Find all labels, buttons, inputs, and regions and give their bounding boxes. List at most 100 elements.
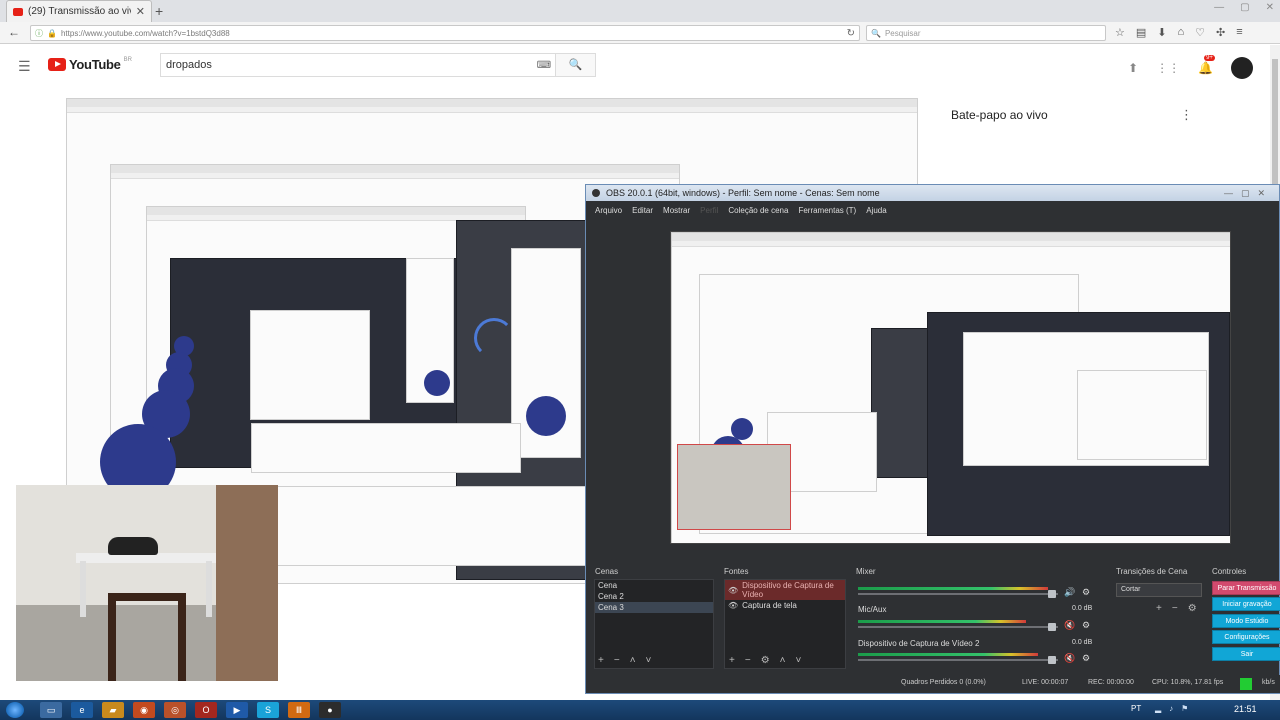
new-tab-icon[interactable]: + (155, 3, 163, 19)
obs-preview[interactable] (670, 231, 1231, 544)
muted-speaker-icon[interactable]: 🔇 (1064, 653, 1075, 664)
source-item[interactable]: 👁 Captura de tela (725, 600, 845, 611)
volume-fader[interactable] (858, 626, 1058, 628)
muted-speaker-icon[interactable]: 🔇 (1064, 620, 1075, 631)
door (216, 485, 278, 681)
obs-window-buttons[interactable]: —▢✕ (1224, 188, 1273, 199)
add-icon[interactable]: + (1156, 603, 1162, 614)
hamburger-menu-icon[interactable]: ☰ (18, 58, 31, 75)
speaker-icon[interactable]: 🔊 (1064, 587, 1075, 598)
move-up-icon[interactable]: ˄ (630, 655, 636, 666)
mixer-channel-db: 0.0 dB (1072, 639, 1093, 646)
home-icon[interactable]: ⌂ (1178, 26, 1185, 39)
url-text[interactable]: https://www.youtube.com/watch?v=1bstdQ3d… (61, 29, 843, 38)
remove-icon[interactable]: − (614, 655, 620, 666)
bell-icon[interactable]: 🔔 9+ (1198, 55, 1215, 75)
chrome-icon[interactable]: ◉ (133, 702, 155, 718)
studio-mode-button[interactable]: Modo Estúdio (1212, 614, 1280, 628)
menu-ferramentas[interactable]: Ferramentas (T) (798, 206, 856, 215)
stop-streaming-button[interactable]: Parar Transmissão (1212, 581, 1280, 595)
firefox-icon[interactable]: ◎ (164, 702, 186, 718)
fader-knob[interactable] (1048, 590, 1056, 598)
internet-explorer-icon[interactable]: e (71, 702, 93, 718)
browser-tab[interactable]: (29) Transmissão ao vivo de ✕ (6, 0, 152, 22)
move-up-icon[interactable]: ˄ (780, 655, 786, 666)
start-recording-button[interactable]: Iniciar gravação (1212, 597, 1280, 611)
menu-arquivo[interactable]: Arquivo (595, 206, 622, 215)
gear-icon[interactable]: ⚙ (1188, 603, 1197, 614)
volume-icon[interactable]: ♪ (1169, 704, 1173, 713)
winrar-icon[interactable]: Ⅲ (288, 702, 310, 718)
stream-health-indicator (1240, 678, 1252, 690)
avatar[interactable] (1231, 57, 1254, 79)
download-icon[interactable]: ⬇ (1157, 26, 1166, 39)
volume-fader[interactable] (858, 659, 1058, 661)
search-icon[interactable]: 🔍 (555, 54, 595, 76)
close-tab-icon[interactable]: ✕ (136, 5, 145, 18)
gear-icon[interactable]: ⚙ (761, 655, 770, 666)
pocket-icon[interactable]: ♡ (1195, 26, 1205, 39)
gear-icon[interactable]: ⚙ (1082, 653, 1090, 664)
youtube-logo[interactable]: YouTube BR (48, 57, 132, 72)
info-icon[interactable]: ⓘ (35, 28, 43, 39)
chat-more-icon[interactable]: ⋮ (1180, 107, 1193, 123)
webcam-source-selected[interactable] (677, 444, 791, 530)
reload-icon[interactable]: ↻ (847, 28, 855, 39)
eye-icon[interactable]: 👁 (728, 601, 738, 610)
address-bar[interactable]: ⓘ 🔒 https://www.youtube.com/watch?v=1bst… (30, 25, 860, 41)
volume-fader[interactable] (858, 593, 1058, 595)
extension-icon[interactable]: ✣ (1216, 26, 1225, 39)
folder-icon[interactable]: ▰ (102, 702, 124, 718)
settings-button[interactable]: Configurações (1212, 630, 1280, 644)
scene-item[interactable]: Cena 3 (595, 602, 713, 613)
minimize-icon[interactable]: — (1214, 2, 1224, 13)
opera-icon[interactable]: O (195, 702, 217, 718)
add-icon[interactable]: + (729, 655, 735, 666)
menu-colecao-de-cena[interactable]: Coleção de cena (728, 206, 788, 215)
menu-icon[interactable]: ≡ (1236, 26, 1242, 39)
maximize-icon[interactable]: ▢ (1240, 2, 1249, 13)
source-item[interactable]: 👁 Dispositivo de Captura de Vídeo (725, 580, 845, 600)
menu-mostrar[interactable]: Mostrar (663, 206, 690, 215)
back-arrow-icon[interactable]: ← (8, 25, 20, 39)
clock[interactable]: 21:51 (1234, 704, 1257, 714)
move-down-icon[interactable]: ˅ (646, 655, 652, 666)
scene-item[interactable]: Cena (595, 580, 713, 591)
language-indicator[interactable]: PT (1131, 704, 1141, 713)
fader-knob[interactable] (1048, 656, 1056, 664)
scenes-label: Cenas (595, 567, 619, 576)
obs-titlebar[interactable]: OBS 20.0.1 (64bit, windows) - Perfil: Se… (586, 185, 1279, 201)
bookmark-star-icon[interactable]: ☆ (1115, 26, 1125, 39)
skype-icon[interactable]: S (257, 702, 279, 718)
close-window-icon[interactable]: ✕ (1266, 2, 1274, 13)
network-icon[interactable]: ▂ (1155, 704, 1161, 713)
eye-icon[interactable]: 👁 (728, 586, 738, 595)
remove-icon[interactable]: − (1172, 603, 1178, 614)
sources-controls: + − ⚙ ˄ ˅ (729, 655, 801, 666)
menu-perfil[interactable]: Perfil (700, 206, 718, 215)
keyboard-icon[interactable]: ⌨ (533, 60, 555, 71)
gear-icon[interactable]: ⚙ (1082, 620, 1090, 631)
apps-grid-icon[interactable]: ⋮⋮ (1156, 61, 1180, 75)
menu-editar[interactable]: Editar (632, 206, 653, 215)
controls-label: Controles (1212, 567, 1247, 576)
obs-icon[interactable]: ● (319, 702, 341, 718)
desktop-icon[interactable]: ▭ (40, 702, 62, 718)
remove-icon[interactable]: − (745, 655, 751, 666)
transition-select[interactable]: Cortar (1116, 583, 1202, 597)
upload-icon[interactable]: ⬆ (1128, 61, 1138, 75)
flag-icon[interactable]: ⚑ (1181, 704, 1188, 713)
youtube-search-input[interactable] (161, 54, 533, 76)
browser-search-box[interactable]: 🔍 Pesquisar (866, 25, 1106, 41)
move-down-icon[interactable]: ˅ (796, 655, 802, 666)
menu-ajuda[interactable]: Ajuda (866, 206, 886, 215)
system-tray: ▂ ♪ ⚑ (1155, 704, 1188, 713)
gear-icon[interactable]: ⚙ (1082, 587, 1090, 598)
start-button[interactable] (6, 702, 24, 718)
scene-item[interactable]: Cena 2 (595, 591, 713, 602)
fader-knob[interactable] (1048, 623, 1056, 631)
media-player-icon[interactable]: ▶ (226, 702, 248, 718)
add-icon[interactable]: + (598, 655, 604, 666)
exit-button[interactable]: Sair (1212, 647, 1280, 661)
reading-list-icon[interactable]: ▤ (1136, 26, 1146, 39)
